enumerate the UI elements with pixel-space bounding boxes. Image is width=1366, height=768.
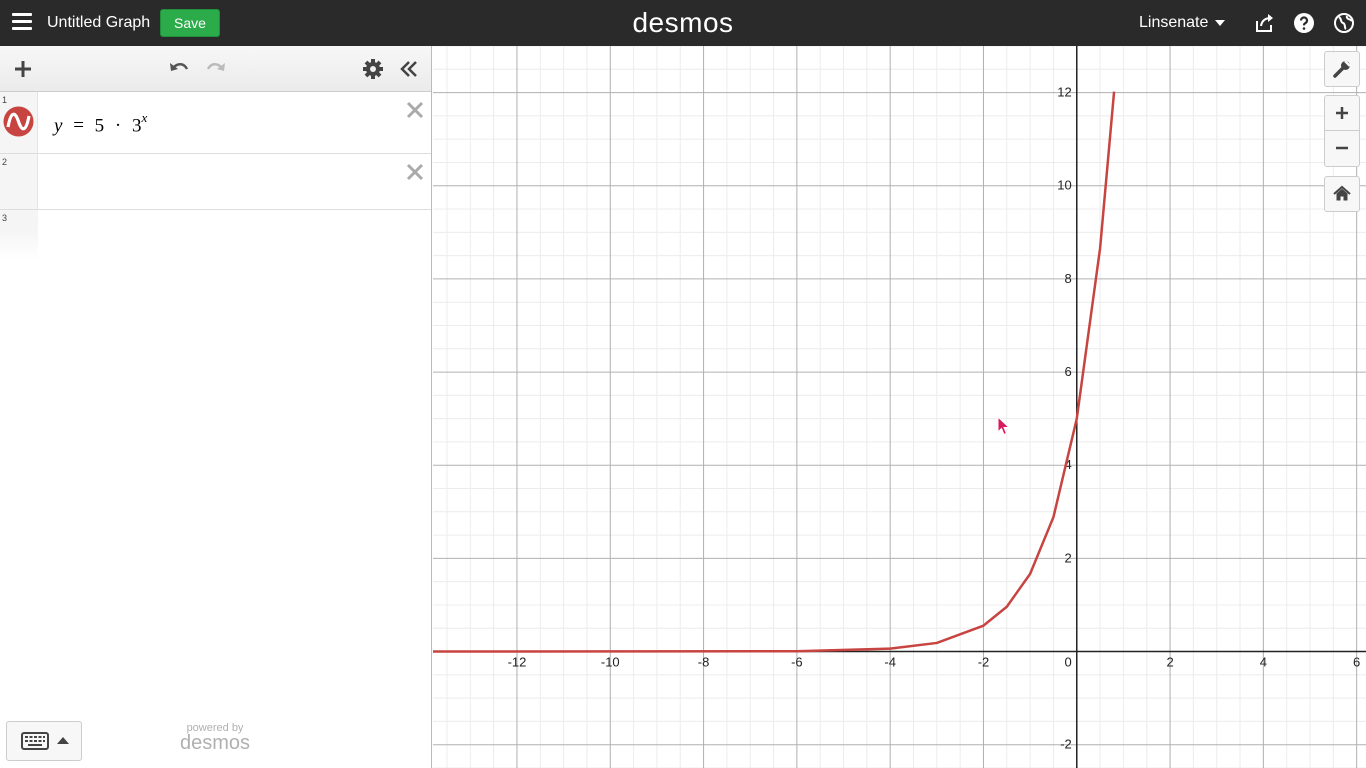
expression-gutter: 1 <box>0 92 38 153</box>
graph-title[interactable]: Untitled Graph <box>47 14 150 32</box>
caret-up-icon <box>57 737 69 744</box>
x-tick-label: -10 <box>601 655 620 670</box>
x-tick-label: -12 <box>508 655 527 670</box>
top-bar: Untitled Graph Save desmos Linsenate <box>0 0 1366 46</box>
user-name: Linsenate <box>1139 14 1209 31</box>
new-expression-row[interactable]: 3 <box>0 210 431 260</box>
y-tick-label: 12 <box>1057 85 1071 100</box>
powered-by-desmos[interactable]: powered by desmos <box>180 722 250 755</box>
mouse-cursor-icon <box>997 416 1011 436</box>
x-tick-label: -8 <box>698 655 710 670</box>
graph-canvas[interactable]: -12 -10 -8 -6 -4 -2 2 4 6-2246810120 <box>433 46 1366 768</box>
collapse-panel-icon[interactable] <box>398 58 420 80</box>
major-grid <box>433 46 1366 768</box>
y-tick-label: 6 <box>1065 364 1072 379</box>
delete-expression-icon[interactable] <box>405 162 425 182</box>
redo-icon[interactable] <box>205 58 227 80</box>
expression-gutter: 2 <box>0 154 38 209</box>
expression-index: 3 <box>2 213 8 223</box>
x-tick-label: 6 <box>1353 655 1360 670</box>
zoom-out-button[interactable] <box>1324 131 1360 167</box>
language-globe-icon[interactable] <box>1333 12 1355 34</box>
expression-row[interactable]: 1 y = 5 · 3x <box>0 92 431 154</box>
expression-index: 2 <box>2 157 8 167</box>
x-tick-label: -4 <box>884 655 896 670</box>
share-icon[interactable] <box>1253 12 1275 34</box>
home-button[interactable] <box>1324 176 1360 212</box>
graph-paper[interactable]: -12 -10 -8 -6 -4 -2 2 4 6 -2 2 4 6 8 10 12 0 <box>433 46 1366 768</box>
help-icon[interactable] <box>1293 12 1315 34</box>
expression-toolbar <box>0 46 431 92</box>
y-tick-label: 10 <box>1057 178 1071 193</box>
x-tick-label: -2 <box>978 655 990 670</box>
user-menu[interactable]: Linsenate <box>1139 14 1226 32</box>
minor-grid <box>433 46 1366 768</box>
caret-down-icon <box>1215 19 1226 26</box>
math-y: y <box>54 115 63 137</box>
expression-list-panel: 1 y = 5 · 3x 2 3 powered by desmos <box>0 46 432 768</box>
keyboard-icon <box>21 732 49 750</box>
x-tick-label: 4 <box>1260 655 1267 670</box>
expression-gutter: 3 <box>0 210 38 260</box>
series-color-icon[interactable] <box>3 106 34 137</box>
y-tick-label: 8 <box>1065 271 1072 286</box>
y-tick-label: -2 <box>1060 737 1072 752</box>
desmos-logo: desmos <box>632 7 734 38</box>
axes <box>433 46 1366 768</box>
zoom-in-button[interactable] <box>1324 95 1360 131</box>
save-button[interactable]: Save <box>160 9 220 37</box>
settings-gear-icon[interactable] <box>362 58 384 80</box>
wrench-icon <box>1333 60 1351 78</box>
keypad-toggle-button[interactable] <box>6 721 82 761</box>
expression-index: 1 <box>2 95 8 105</box>
add-item-icon[interactable] <box>12 58 34 80</box>
hamburger-menu-icon[interactable] <box>12 13 32 31</box>
math-dot: · <box>114 115 122 137</box>
math-exponent: x <box>141 110 148 125</box>
expression-row[interactable]: 2 <box>0 154 431 210</box>
undo-icon[interactable] <box>168 58 190 80</box>
zoom-in-icon <box>1336 107 1348 119</box>
math-expression[interactable]: y = 5 · 3x <box>54 110 148 137</box>
origin-label: 0 <box>1065 655 1072 670</box>
zoom-out-icon <box>1336 146 1348 150</box>
math-equals: = <box>73 115 84 137</box>
delete-expression-icon[interactable] <box>405 100 425 120</box>
x-tick-label: -6 <box>791 655 803 670</box>
powered-by-logo: desmos <box>179 732 251 754</box>
math-coefficient: 5 <box>94 115 105 137</box>
home-icon <box>1333 185 1351 201</box>
x-tick-label: 2 <box>1166 655 1173 670</box>
graph-settings-button[interactable] <box>1324 51 1360 87</box>
y-tick-label: 2 <box>1065 550 1072 565</box>
